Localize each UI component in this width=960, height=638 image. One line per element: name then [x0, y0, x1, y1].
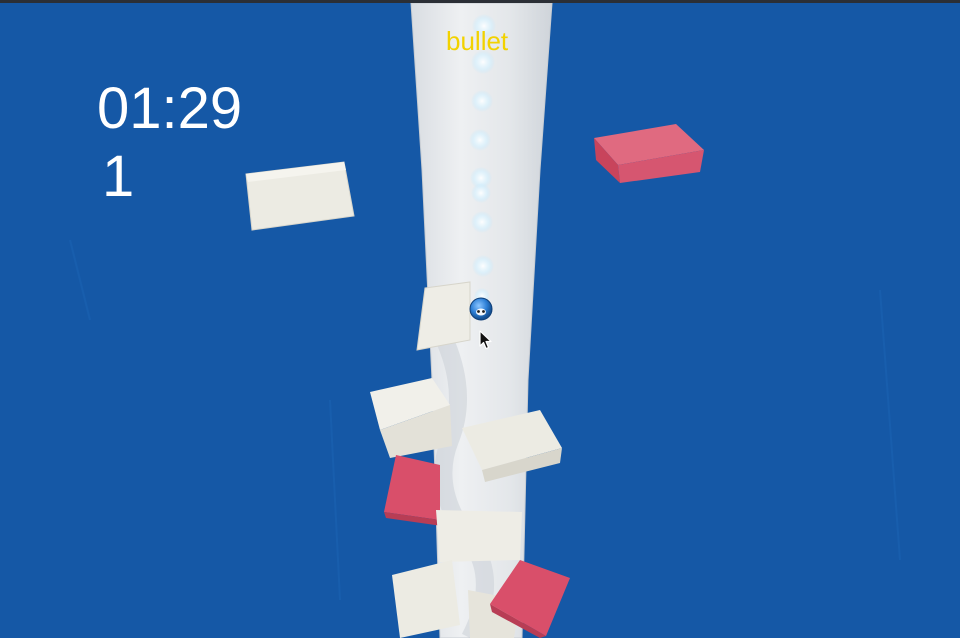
mouse-pointer-icon [479, 330, 492, 350]
player-ball [469, 297, 493, 321]
powerup-label: bullet [446, 26, 509, 56]
platform-danger-lower-left [384, 455, 442, 526]
score-display: 1 [102, 144, 135, 209]
ball-face-icon [476, 308, 486, 316]
floating-platform-danger-right [594, 124, 704, 183]
window-top-edge [0, 0, 960, 3]
game-viewport[interactable]: 01:29 1 bullet [0, 0, 960, 638]
platform-safe-upper [416, 281, 471, 351]
floating-platform-safe-left [245, 161, 355, 231]
timer-display: 01:29 [97, 76, 243, 141]
